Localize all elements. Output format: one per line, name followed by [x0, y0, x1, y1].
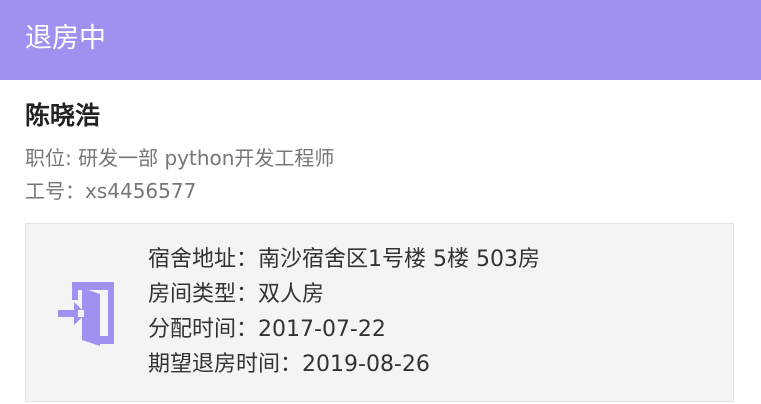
employee-id: 工号：xs4456577 — [25, 176, 196, 206]
header-bar: 退房中 — [0, 0, 761, 80]
position-label: 职位: — [25, 146, 72, 170]
dorm-info-card: 宿舍地址：南沙宿舍区1号楼 5楼 503房 房间类型：双人房 分配时间：2017… — [25, 223, 734, 402]
dorm-address-value: 南沙宿舍区1号楼 5楼 503房 — [258, 247, 540, 272]
assign-date-value: 2017-07-22 — [258, 317, 386, 342]
position-value: 研发一部 python开发工程师 — [78, 146, 335, 170]
checkout-door-icon — [56, 278, 118, 348]
expected-checkout-label: 期望退房时间： — [148, 352, 303, 377]
assign-date-label: 分配时间： — [148, 317, 259, 342]
dorm-address: 宿舍地址：南沙宿舍区1号楼 5楼 503房 — [148, 244, 540, 276]
expected-checkout-date: 期望退房时间：2019-08-26 — [148, 349, 430, 381]
room-type-label: 房间类型： — [148, 282, 259, 307]
employee-id-value: xs4456577 — [85, 179, 197, 203]
expected-checkout-value: 2019-08-26 — [302, 352, 430, 377]
room-type: 房间类型：双人房 — [148, 279, 324, 311]
employee-id-label: 工号： — [25, 179, 85, 203]
employee-position: 职位: 研发一部 python开发工程师 — [25, 143, 334, 173]
assign-date: 分配时间：2017-07-22 — [148, 314, 386, 346]
employee-name: 陈晓浩 — [25, 101, 101, 130]
room-type-value: 双人房 — [258, 282, 325, 307]
page-title: 退房中 — [25, 23, 106, 54]
dorm-address-label: 宿舍地址： — [148, 247, 259, 272]
